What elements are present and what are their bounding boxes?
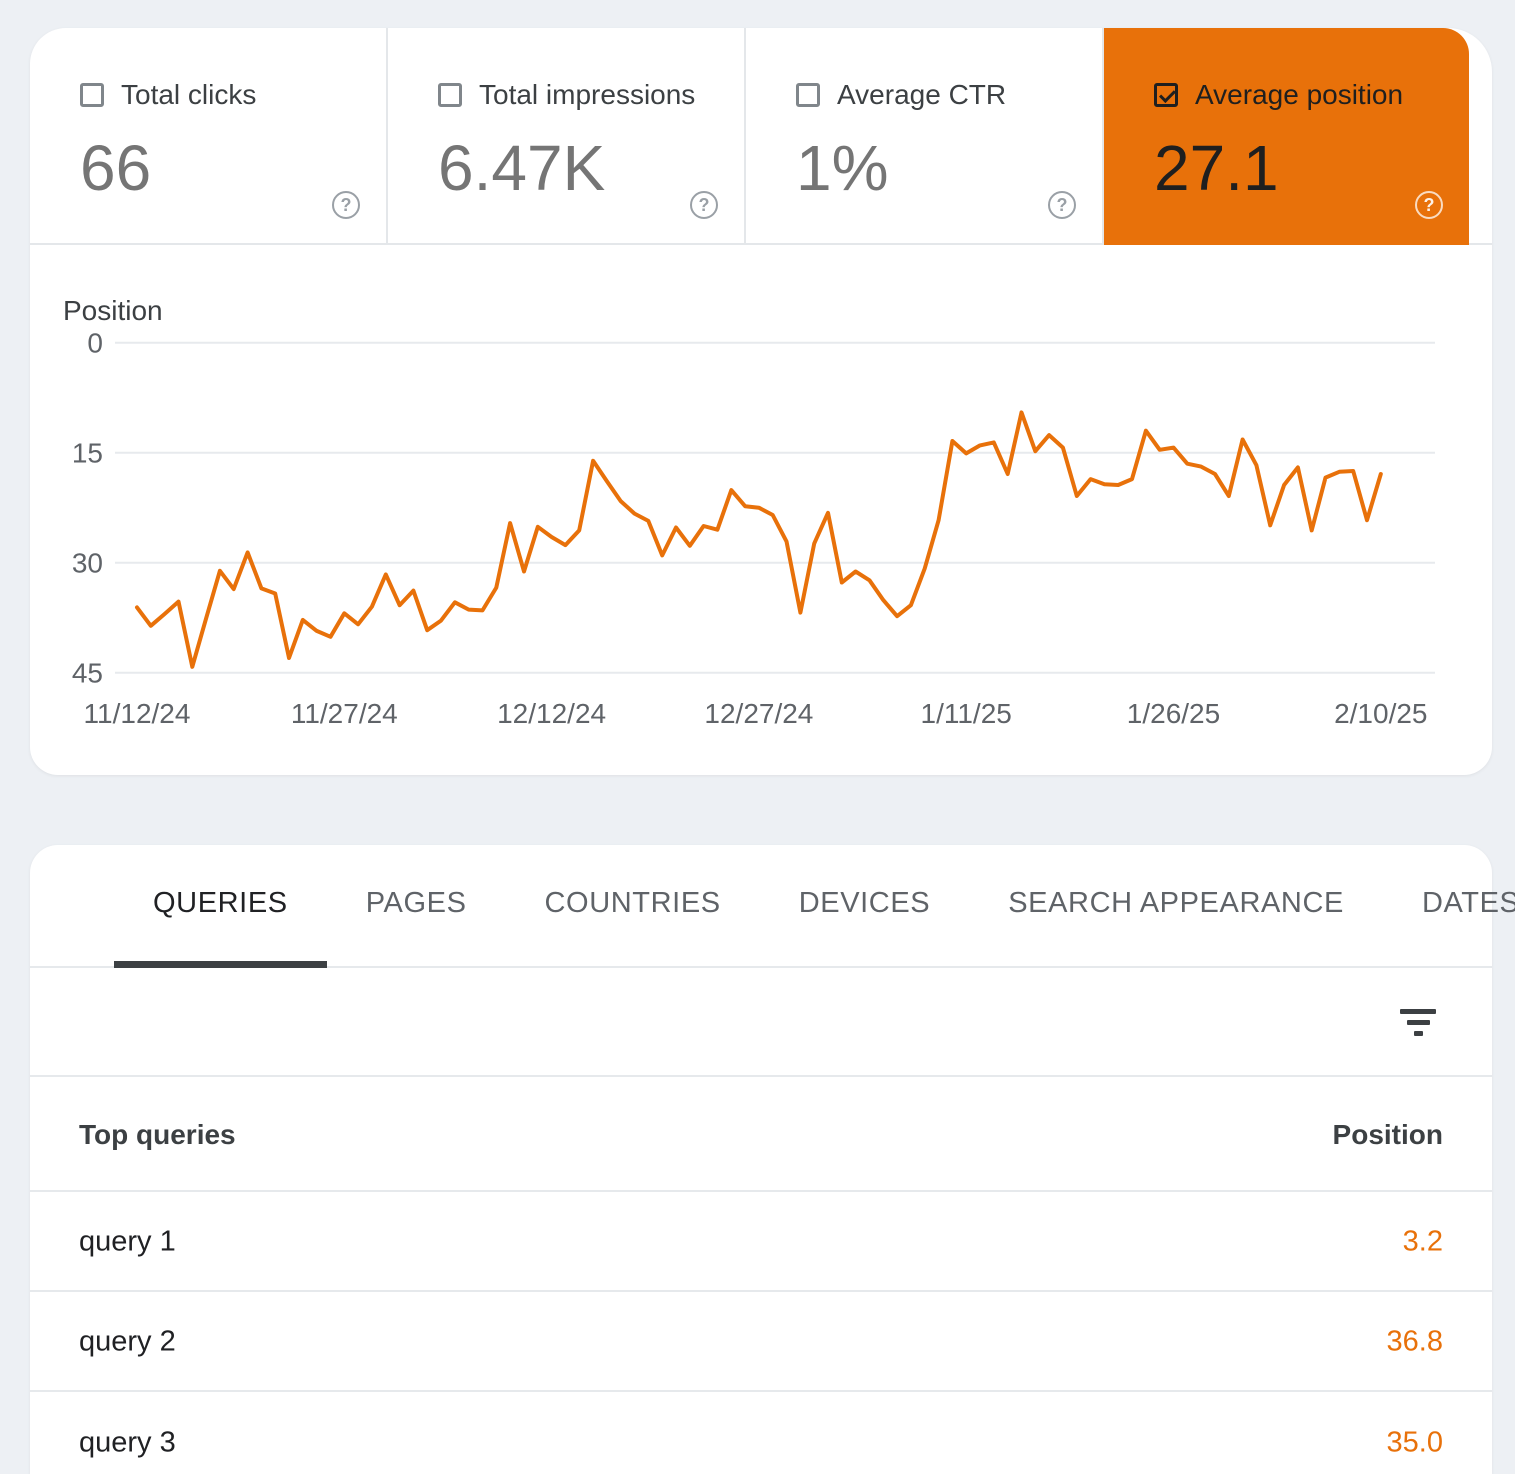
metric-label: Average CTR bbox=[837, 79, 1007, 110]
metric-label: Total impressions bbox=[479, 79, 696, 110]
position-line-chart[interactable]: 0 15 30 45 11/12/24 11/27/24 12/12/24 12/27/24 1… bbox=[30, 290, 1492, 775]
tab-devices[interactable]: DEVICES bbox=[760, 845, 970, 968]
average-ctr-checkbox[interactable] bbox=[796, 83, 820, 107]
metric-card-total-impressions[interactable]: Total impressions 6.47K ? bbox=[388, 28, 746, 245]
table-header-row: Top queries Position bbox=[30, 1079, 1492, 1192]
metric-label: Total clicks bbox=[121, 79, 257, 110]
tab-countries[interactable]: COUNTRIES bbox=[506, 845, 760, 968]
table-toolbar bbox=[30, 970, 1492, 1077]
metric-label: Average position bbox=[1195, 79, 1404, 110]
total-impressions-value: 6.47K bbox=[438, 132, 606, 204]
svg-text:2/10/25: 2/10/25 bbox=[1334, 698, 1427, 729]
average-position-checkbox[interactable] bbox=[1154, 83, 1178, 107]
dimensions-panel: QUERIES PAGES COUNTRIES DEVICES SEARCH A… bbox=[30, 845, 1515, 1474]
svg-text:1/11/25: 1/11/25 bbox=[921, 698, 1012, 729]
metric-cards-row: Total clicks 66 ? Total impressions 6.47… bbox=[30, 28, 1492, 245]
svg-text:45: 45 bbox=[72, 658, 103, 689]
performance-panel: Total clicks 66 ? Total impressions 6.47… bbox=[30, 28, 1492, 775]
position-cell: 36.8 bbox=[1386, 1325, 1443, 1358]
svg-text:11/27/24: 11/27/24 bbox=[291, 698, 398, 729]
column-header-position[interactable]: Position bbox=[1333, 1119, 1443, 1151]
query-cell[interactable]: query 2 bbox=[79, 1326, 176, 1359]
average-ctr-value: 1% bbox=[796, 132, 889, 204]
table-row[interactable]: query 2 36.8 bbox=[30, 1294, 1492, 1392]
svg-text:15: 15 bbox=[72, 438, 103, 469]
total-impressions-checkbox[interactable] bbox=[438, 83, 462, 107]
metric-card-average-position[interactable]: Average position 27.1 ? bbox=[1104, 28, 1469, 245]
svg-text:12/12/24: 12/12/24 bbox=[497, 698, 606, 729]
table-row[interactable]: query 3 35.0 bbox=[30, 1394, 1492, 1474]
svg-text:12/27/24: 12/27/24 bbox=[704, 698, 813, 729]
position-cell: 3.2 bbox=[1402, 1225, 1443, 1258]
query-cell[interactable]: query 1 bbox=[79, 1226, 176, 1259]
tab-pages[interactable]: PAGES bbox=[327, 845, 506, 968]
average-position-value: 27.1 bbox=[1154, 132, 1279, 204]
query-cell[interactable]: query 3 bbox=[79, 1427, 176, 1460]
metric-card-average-ctr[interactable]: Average CTR 1% ? bbox=[746, 28, 1104, 245]
help-icon[interactable]: ? bbox=[332, 191, 360, 219]
tab-queries[interactable]: QUERIES bbox=[114, 845, 327, 968]
total-clicks-checkbox[interactable] bbox=[80, 83, 104, 107]
help-icon[interactable]: ? bbox=[1048, 191, 1076, 219]
table-row[interactable]: query 1 3.2 bbox=[30, 1194, 1492, 1292]
svg-text:1/26/25: 1/26/25 bbox=[1127, 698, 1220, 729]
position-cell: 35.0 bbox=[1386, 1426, 1443, 1459]
svg-text:11/12/24: 11/12/24 bbox=[84, 698, 191, 729]
column-header-top-queries[interactable]: Top queries bbox=[79, 1119, 236, 1151]
tab-dates[interactable]: DATES bbox=[1383, 845, 1515, 968]
metric-card-total-clicks[interactable]: Total clicks 66 ? bbox=[30, 28, 388, 245]
filter-list-icon[interactable] bbox=[1398, 1006, 1438, 1040]
total-clicks-value: 66 bbox=[80, 132, 152, 204]
dimension-tabs: QUERIES PAGES COUNTRIES DEVICES SEARCH A… bbox=[30, 845, 1515, 968]
svg-text:30: 30 bbox=[72, 548, 103, 579]
tab-search-appearance[interactable]: SEARCH APPEARANCE bbox=[969, 845, 1383, 968]
help-icon[interactable]: ? bbox=[1415, 191, 1443, 219]
help-icon[interactable]: ? bbox=[690, 191, 718, 219]
svg-text:Position: Position bbox=[63, 295, 163, 326]
svg-text:0: 0 bbox=[87, 328, 103, 359]
